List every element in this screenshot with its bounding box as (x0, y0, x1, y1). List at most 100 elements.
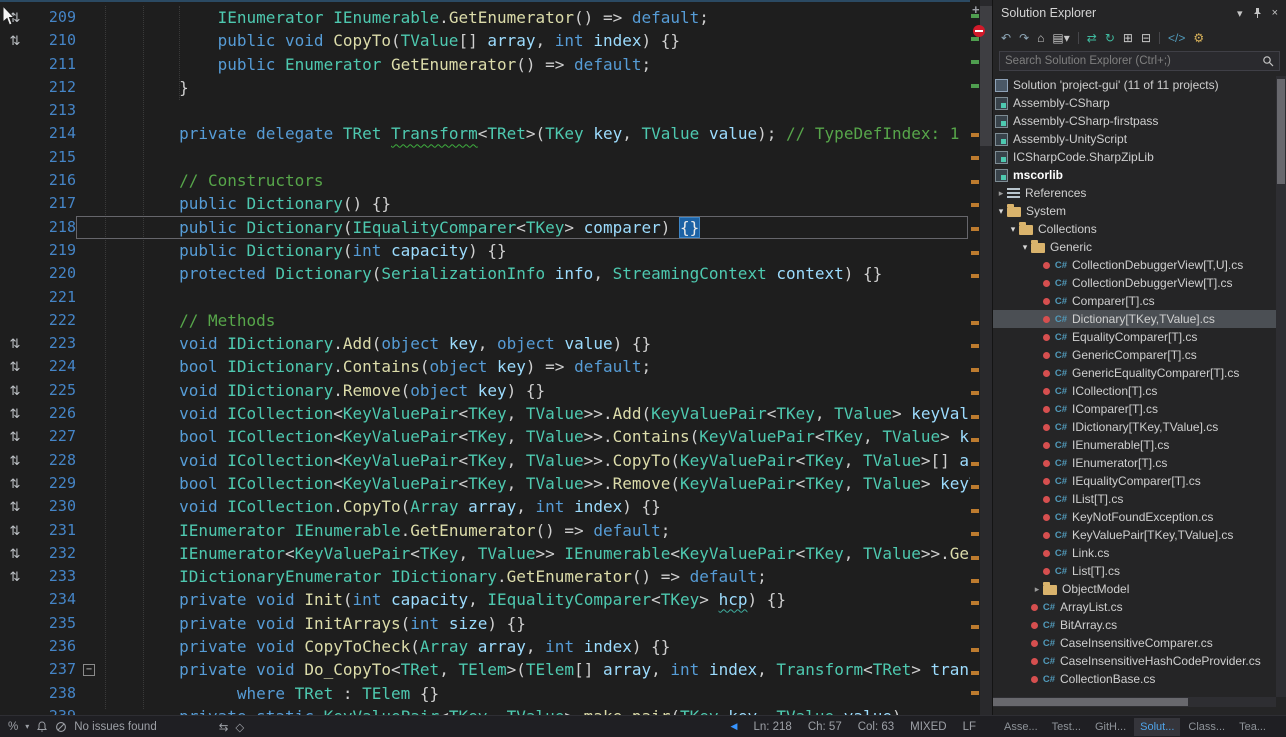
encoding-indicator[interactable]: MIXED (910, 721, 946, 733)
panel-tab-asse[interactable]: Asse... (998, 718, 1044, 736)
code-line-231[interactable]: ⇅231 IEnumerator IEnumerable.GetEnumerat… (0, 519, 992, 542)
tree-item-collectiondebuggerview-t-u-cs[interactable]: C#CollectionDebuggerView[T,U].cs (993, 256, 1276, 274)
tree-vertical-scrollbar[interactable] (1276, 76, 1286, 697)
line-number[interactable]: 229 (30, 472, 76, 495)
char-indicator[interactable]: Ch: 57 (808, 721, 842, 733)
tree-item-bitarray-cs[interactable]: C#BitArray.cs (993, 616, 1276, 634)
code-line-225[interactable]: ⇅225 void IDictionary.Remove(object key)… (0, 379, 992, 402)
back-icon[interactable]: ↶ (1001, 32, 1011, 44)
implements-icon[interactable]: ⇅ (0, 472, 30, 495)
code-line-211[interactable]: 211 public Enumerator GetEnumerator() =>… (0, 53, 992, 76)
panel-tab-tea[interactable]: Tea... (1233, 718, 1272, 736)
line-number[interactable]: 234 (30, 588, 76, 611)
tree-item-dictionary-tkey-tvalue-cs[interactable]: C#Dictionary[TKey,TValue].cs (993, 310, 1276, 328)
home-icon[interactable]: ⌂ (1037, 32, 1044, 44)
tree-item-system[interactable]: ▾System (993, 202, 1276, 220)
code-line-224[interactable]: ⇅224 bool IDictionary.Contains(object ke… (0, 355, 992, 378)
line-number[interactable]: 219 (30, 239, 76, 262)
code-line-227[interactable]: ⇅227 bool ICollection<KeyValuePair<TKey,… (0, 425, 992, 448)
line-number[interactable]: 216 (30, 169, 76, 192)
switch-views-icon[interactable]: ▤▾ (1052, 32, 1069, 44)
collapse-arrow-icon[interactable]: ▸ (1031, 584, 1043, 595)
implements-icon[interactable]: ⇅ (0, 355, 30, 378)
tree-item-generic[interactable]: ▾Generic (993, 238, 1276, 256)
tree-item-arraylist-cs[interactable]: C#ArrayList.cs (993, 598, 1276, 616)
line-number[interactable]: 226 (30, 402, 76, 425)
search-icon[interactable] (1262, 55, 1274, 67)
code-line-234[interactable]: 234 private void Init(int capacity, IEqu… (0, 588, 992, 611)
code-line-230[interactable]: ⇅230 void ICollection.CopyTo(Array array… (0, 495, 992, 518)
tree-item-assembly-csharp[interactable]: Assembly-CSharp (993, 94, 1276, 112)
code-line-219[interactable]: 219 public Dictionary(int capacity) {} (0, 239, 992, 262)
eol-indicator[interactable]: LF (963, 721, 976, 733)
code-editor[interactable]: ⇅209 IEnumerator IEnumerable.GetEnumerat… (0, 0, 992, 715)
close-icon[interactable]: × (1272, 7, 1278, 19)
tree-item-ilist-t-cs[interactable]: C#IList[T].cs (993, 490, 1276, 508)
tree-item-caseinsensitivecomparer-cs[interactable]: C#CaseInsensitiveComparer.cs (993, 634, 1276, 652)
diff-icon[interactable]: ◇ (235, 720, 244, 734)
solution-tree[interactable]: Solution 'project-gui' (11 of 11 project… (993, 74, 1276, 715)
properties-icon[interactable]: ⚙ (1193, 32, 1204, 44)
refresh-icon[interactable]: ↻ (1105, 32, 1115, 44)
implements-icon[interactable]: ⇅ (0, 449, 30, 472)
code-line-213[interactable]: 213 (0, 99, 992, 122)
implements-icon[interactable]: ⇅ (0, 495, 30, 518)
tree-item-comparer-t-cs[interactable]: C#Comparer[T].cs (993, 292, 1276, 310)
implements-icon[interactable]: ⇅ (0, 332, 30, 355)
forward-icon[interactable]: ↷ (1019, 32, 1029, 44)
line-number[interactable]: 218 (30, 216, 76, 239)
implements-icon[interactable]: ⇅ (0, 379, 30, 402)
line-number[interactable]: 238 (30, 682, 76, 705)
tree-item-iequalitycomparer-t-cs[interactable]: C#IEqualityComparer[T].cs (993, 472, 1276, 490)
search-input[interactable] (1005, 55, 1262, 67)
tree-item-solution-project-gui-11-of-11-projects[interactable]: Solution 'project-gui' (11 of 11 project… (993, 76, 1276, 94)
line-number[interactable]: 225 (30, 379, 76, 402)
line-number[interactable]: 235 (30, 612, 76, 635)
line-number[interactable]: 236 (30, 635, 76, 658)
expand-arrow-icon[interactable]: ▾ (995, 206, 1007, 217)
panel-tab-solut[interactable]: Solut... (1134, 718, 1180, 736)
sync-active-document-icon[interactable]: ⇄ (1087, 32, 1097, 44)
bell-icon[interactable] (36, 721, 48, 733)
line-number[interactable]: 239 (30, 705, 76, 715)
implements-icon[interactable]: ⇅ (0, 425, 30, 448)
implements-icon[interactable]: ⇅ (0, 29, 30, 52)
code-line-222[interactable]: 222 // Methods (0, 309, 992, 332)
search-box[interactable] (999, 51, 1280, 71)
line-number[interactable]: 210 (30, 29, 76, 52)
line-indicator[interactable]: Ln: 218 (753, 721, 791, 733)
line-number[interactable]: 213 (30, 99, 76, 122)
line-number[interactable]: 220 (30, 262, 76, 285)
tree-item-icollection-t-cs[interactable]: C#ICollection[T].cs (993, 382, 1276, 400)
line-number[interactable]: 231 (30, 519, 76, 542)
no-issues-label[interactable]: No issues found (74, 721, 156, 733)
line-number[interactable]: 214 (30, 122, 76, 145)
tree-item-link-cs[interactable]: C#Link.cs (993, 544, 1276, 562)
line-number[interactable]: 223 (30, 332, 76, 355)
code-line-233[interactable]: ⇅233 IDictionaryEnumerator IDictionary.G… (0, 565, 992, 588)
collapse-arrow-icon[interactable]: ▸ (995, 188, 1007, 199)
tree-item-equalitycomparer-t-cs[interactable]: C#EqualityComparer[T].cs (993, 328, 1276, 346)
collapse-all-icon[interactable]: ⊟ (1141, 32, 1151, 44)
tree-item-genericcomparer-t-cs[interactable]: C#GenericComparer[T].cs (993, 346, 1276, 364)
compare-icon[interactable]: ⇆ (219, 720, 229, 734)
panel-header[interactable]: Solution Explorer ▾ × (993, 0, 1286, 26)
code-line-226[interactable]: ⇅226 void ICollection<KeyValuePair<TKey,… (0, 402, 992, 425)
code-line-221[interactable]: 221 (0, 286, 992, 309)
code-line-229[interactable]: ⇅229 bool ICollection<KeyValuePair<TKey,… (0, 472, 992, 495)
code-line-238[interactable]: 238 where TRet : TElem {} (0, 682, 992, 705)
panel-tab-test[interactable]: Test... (1046, 718, 1087, 736)
code-line-215[interactable]: 215 (0, 146, 992, 169)
fold-collapse-icon[interactable]: − (76, 664, 102, 676)
line-number[interactable]: 221 (30, 286, 76, 309)
tree-horizontal-scrollbar-thumb[interactable] (993, 698, 1188, 706)
line-number[interactable]: 209 (30, 6, 76, 29)
zoom-percent[interactable]: % (8, 721, 18, 733)
chevron-down-icon[interactable]: ▾ (25, 722, 29, 731)
tree-item-list-t-cs[interactable]: C#List[T].cs (993, 562, 1276, 580)
code-line-217[interactable]: 217 public Dictionary() {} (0, 192, 992, 215)
code-line-235[interactable]: 235 private void InitArrays(int size) {} (0, 612, 992, 635)
line-number[interactable]: 217 (30, 192, 76, 215)
line-number[interactable]: 227 (30, 425, 76, 448)
code-line-214[interactable]: 214 private delegate TRet Transform<TRet… (0, 122, 992, 145)
